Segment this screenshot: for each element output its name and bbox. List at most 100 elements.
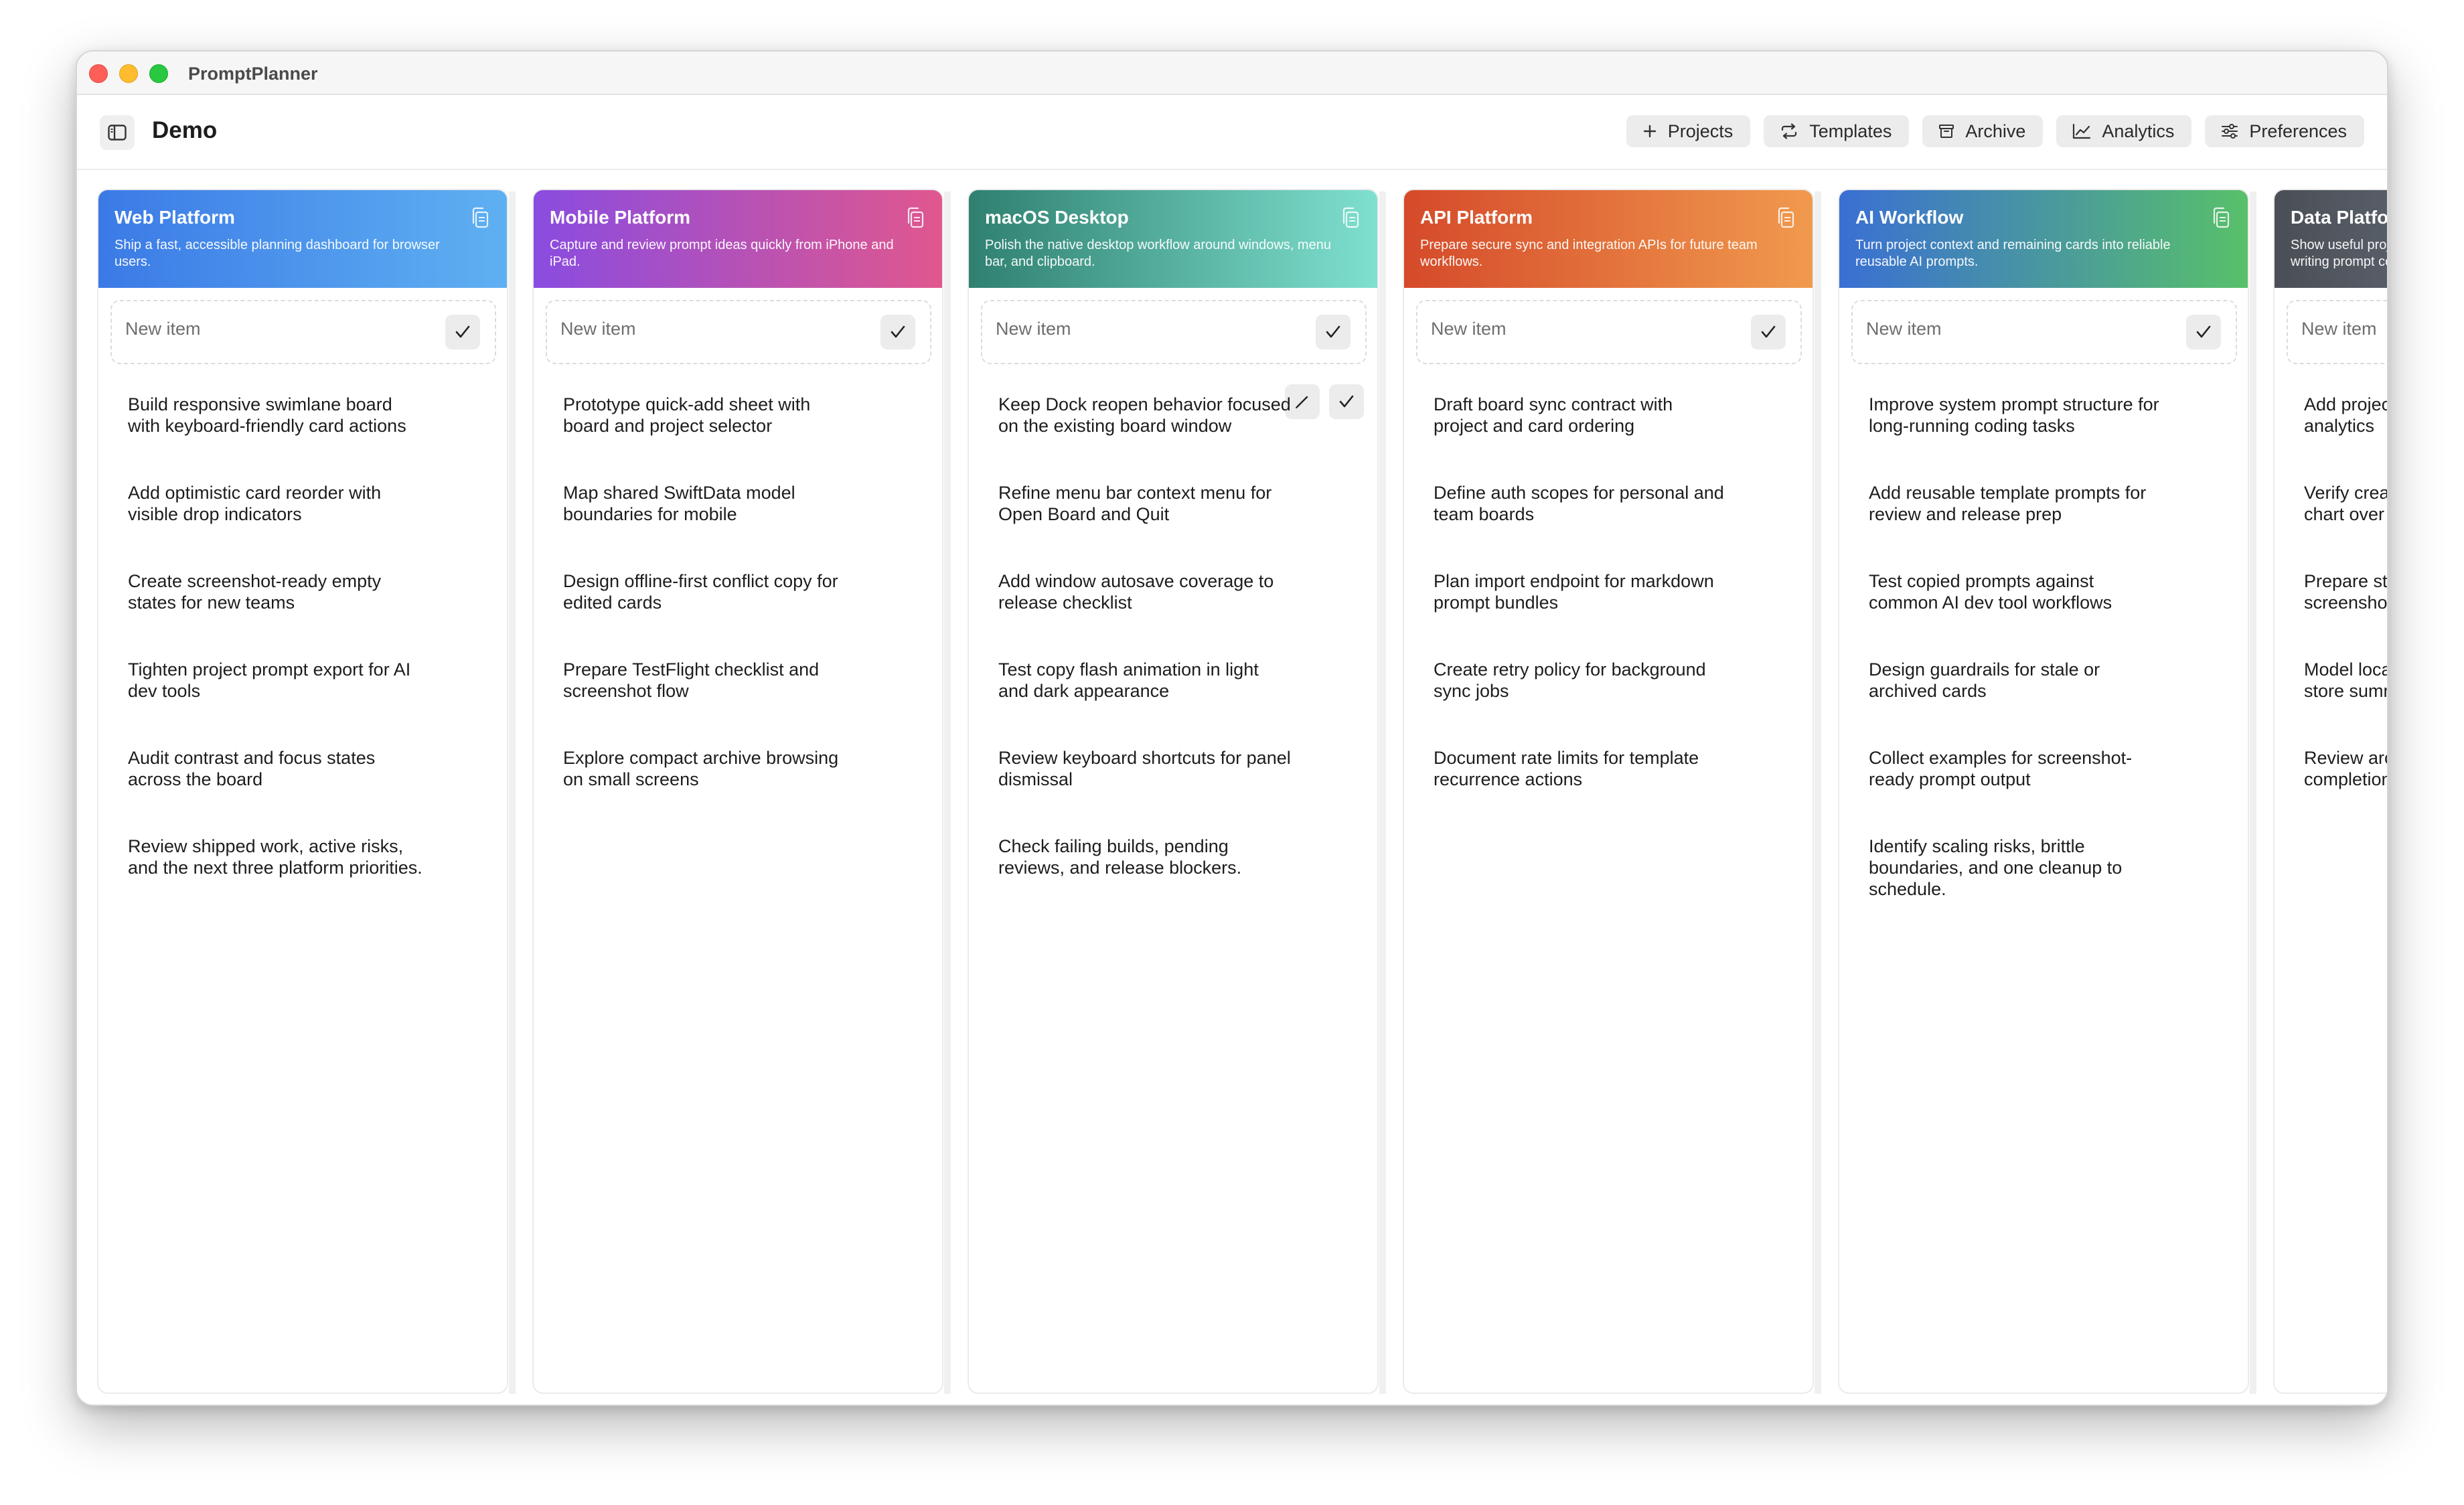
card-item[interactable]: Prepare TestFlight checklist and screens… bbox=[563, 659, 858, 702]
column-header: macOS Desktop Polish the native desktop … bbox=[969, 190, 1377, 288]
card-item[interactable]: Identify scaling risks, brittle boundari… bbox=[1869, 836, 2163, 900]
card-item[interactable]: Explore compact archive browsing on smal… bbox=[563, 747, 858, 790]
new-item-input[interactable]: New item bbox=[1866, 319, 2147, 339]
close-window-button[interactable] bbox=[89, 64, 108, 83]
card-list: Build responsive swimlane board with key… bbox=[128, 394, 476, 924]
minimize-window-button[interactable] bbox=[119, 64, 138, 83]
check-icon bbox=[891, 325, 905, 338]
templates-button[interactable]: Templates bbox=[1764, 115, 1910, 147]
column-divider[interactable] bbox=[1379, 191, 1386, 1394]
card-list: Keep Dock reopen behavior focused on the… bbox=[998, 394, 1346, 924]
card-item[interactable]: Refine menu bar context menu for Open Bo… bbox=[998, 482, 1293, 525]
card-item[interactable]: Create retry policy for background sync … bbox=[1434, 659, 1728, 702]
card-item[interactable]: Review keyboard shortcuts for panel dism… bbox=[998, 747, 1293, 790]
add-item-button[interactable] bbox=[445, 315, 480, 349]
add-item-button[interactable] bbox=[2186, 315, 2221, 349]
analytics-button[interactable]: Analytics bbox=[2056, 115, 2192, 147]
card-item[interactable]: Tighten project prompt export for AI dev… bbox=[128, 659, 422, 702]
add-item-button[interactable] bbox=[1316, 315, 1351, 349]
card-item[interactable]: Test copy flash animation in light and d… bbox=[998, 659, 1293, 702]
archive-button-label: Archive bbox=[1965, 121, 2026, 141]
new-item-field[interactable]: New item bbox=[546, 300, 931, 364]
card-item[interactable]: Define auth scopes for personal and team… bbox=[1434, 482, 1728, 525]
card-item[interactable]: Create screenshot-ready empty states for… bbox=[128, 570, 422, 613]
card-item[interactable]: Model local metrics snapshots for store … bbox=[2304, 659, 2387, 702]
card-item[interactable]: Keep Dock reopen behavior focused on the… bbox=[998, 394, 1293, 437]
card-item[interactable]: Prepare starter data for App Store scree… bbox=[2304, 570, 2387, 613]
add-item-button[interactable] bbox=[880, 315, 915, 349]
card-item[interactable]: Review archive queries for bulk completi… bbox=[2304, 747, 2387, 790]
app-title: PromptPlanner bbox=[188, 64, 318, 84]
card-list: Draft board sync contract with project a… bbox=[1434, 394, 1782, 836]
new-item-field[interactable]: New item bbox=[1851, 300, 2237, 364]
card-item[interactable]: Prototype quick-add sheet with board and… bbox=[563, 394, 858, 437]
column-data-platform: Data Platform Show useful project metric… bbox=[2273, 189, 2387, 1394]
card-item[interactable]: Add window autosave coverage to release … bbox=[998, 570, 1293, 613]
new-item-field[interactable]: New item bbox=[110, 300, 496, 364]
card-item[interactable]: Improve system prompt structure for long… bbox=[1869, 394, 2163, 437]
column-header: API Platform Prepare secure sync and int… bbox=[1404, 190, 1813, 288]
sidebar-icon bbox=[108, 125, 127, 141]
column-description: Turn project context and remaining cards… bbox=[1855, 238, 2171, 269]
card-item[interactable]: Add project completion trends for analyt… bbox=[2304, 394, 2387, 437]
column-title: macOS Desktop bbox=[985, 207, 1129, 228]
card-item[interactable]: Draft board sync contract with project a… bbox=[1434, 394, 1728, 437]
zoom-window-button[interactable] bbox=[149, 64, 168, 83]
preferences-button[interactable]: Preferences bbox=[2205, 115, 2364, 147]
column-title: AI Workflow bbox=[1855, 207, 1964, 228]
card-item[interactable]: Audit contrast and focus states across t… bbox=[128, 747, 422, 790]
card-list: Prototype quick-add sheet with board and… bbox=[563, 394, 911, 836]
app-window: PromptPlanner Demo Projects Templates Ar… bbox=[76, 50, 2388, 1406]
sidebar-toggle-button[interactable] bbox=[100, 115, 135, 150]
column-ai-workflow: AI Workflow Turn project context and rem… bbox=[1838, 189, 2249, 1394]
card-item[interactable]: Design guardrails for stale or archived … bbox=[1869, 659, 2163, 702]
card-item[interactable]: Map shared SwiftData model boundaries fo… bbox=[563, 482, 858, 525]
projects-button[interactable]: Projects bbox=[1626, 115, 1751, 147]
check-icon bbox=[1761, 325, 1776, 338]
new-item-input[interactable]: New item bbox=[996, 319, 1277, 339]
card-item[interactable]: Check failing builds, pending reviews, a… bbox=[998, 836, 1293, 878]
copy-prompt-icon[interactable] bbox=[471, 206, 489, 229]
chart-line-icon bbox=[2073, 123, 2091, 139]
card-item[interactable]: Add reusable template prompts for review… bbox=[1869, 482, 2163, 525]
copy-prompt-icon[interactable] bbox=[906, 206, 925, 229]
column-divider[interactable] bbox=[509, 191, 516, 1394]
column-mobile-platform: Mobile Platform Capture and review promp… bbox=[532, 189, 943, 1394]
card-item[interactable]: Add optimistic card reorder with visible… bbox=[128, 482, 422, 525]
copy-prompt-icon[interactable] bbox=[1776, 206, 1795, 229]
card-item[interactable]: Document rate limits for template recurr… bbox=[1434, 747, 1728, 790]
column-description: Prepare secure sync and integration APIs… bbox=[1420, 238, 1758, 269]
archive-button[interactable]: Archive bbox=[1922, 115, 2044, 147]
card-item[interactable]: Collect examples for screenshot-ready pr… bbox=[1869, 747, 2163, 790]
card-item[interactable]: Plan import endpoint for markdown prompt… bbox=[1434, 570, 1728, 613]
preferences-button-label: Preferences bbox=[2249, 121, 2347, 141]
card-item[interactable]: Review shipped work, active risks, and t… bbox=[128, 836, 422, 878]
column-header: Web Platform Ship a fast, accessible pla… bbox=[98, 190, 507, 288]
column-divider[interactable] bbox=[1815, 191, 1821, 1394]
new-item-field[interactable]: New item bbox=[2287, 300, 2387, 364]
card-item[interactable]: Design offline-first conflict copy for e… bbox=[563, 570, 858, 613]
column-divider[interactable] bbox=[944, 191, 951, 1394]
column-web-platform: Web Platform Ship a fast, accessible pla… bbox=[97, 189, 508, 1394]
card-item[interactable]: Build responsive swimlane board with key… bbox=[128, 394, 422, 437]
column-header: AI Workflow Turn project context and rem… bbox=[1839, 190, 2248, 288]
new-item-field[interactable]: New item bbox=[1416, 300, 1802, 364]
copy-prompt-icon[interactable] bbox=[2212, 206, 2230, 229]
new-item-input[interactable]: New item bbox=[2301, 319, 2387, 339]
column-header: Mobile Platform Capture and review promp… bbox=[534, 190, 942, 288]
column-divider[interactable] bbox=[2250, 191, 2256, 1394]
card-item[interactable]: Verify created versus completed chart ov… bbox=[2304, 482, 2387, 525]
templates-button-label: Templates bbox=[1809, 121, 1892, 141]
column-description: Capture and review prompt ideas quickly … bbox=[550, 238, 894, 269]
card-item[interactable]: Test copied prompts against common AI de… bbox=[1869, 570, 2163, 613]
column-title: API Platform bbox=[1420, 207, 1533, 228]
new-item-input[interactable]: New item bbox=[560, 319, 842, 339]
check-icon bbox=[1326, 325, 1340, 338]
archive-box-icon bbox=[1939, 125, 1954, 138]
copy-prompt-icon[interactable] bbox=[1341, 206, 1360, 229]
new-item-input[interactable]: New item bbox=[1431, 319, 1712, 339]
new-item-field[interactable]: New item bbox=[981, 300, 1367, 364]
add-item-button[interactable] bbox=[1751, 315, 1786, 349]
projects-button-label: Projects bbox=[1667, 121, 1734, 141]
new-item-input[interactable]: New item bbox=[125, 319, 406, 339]
